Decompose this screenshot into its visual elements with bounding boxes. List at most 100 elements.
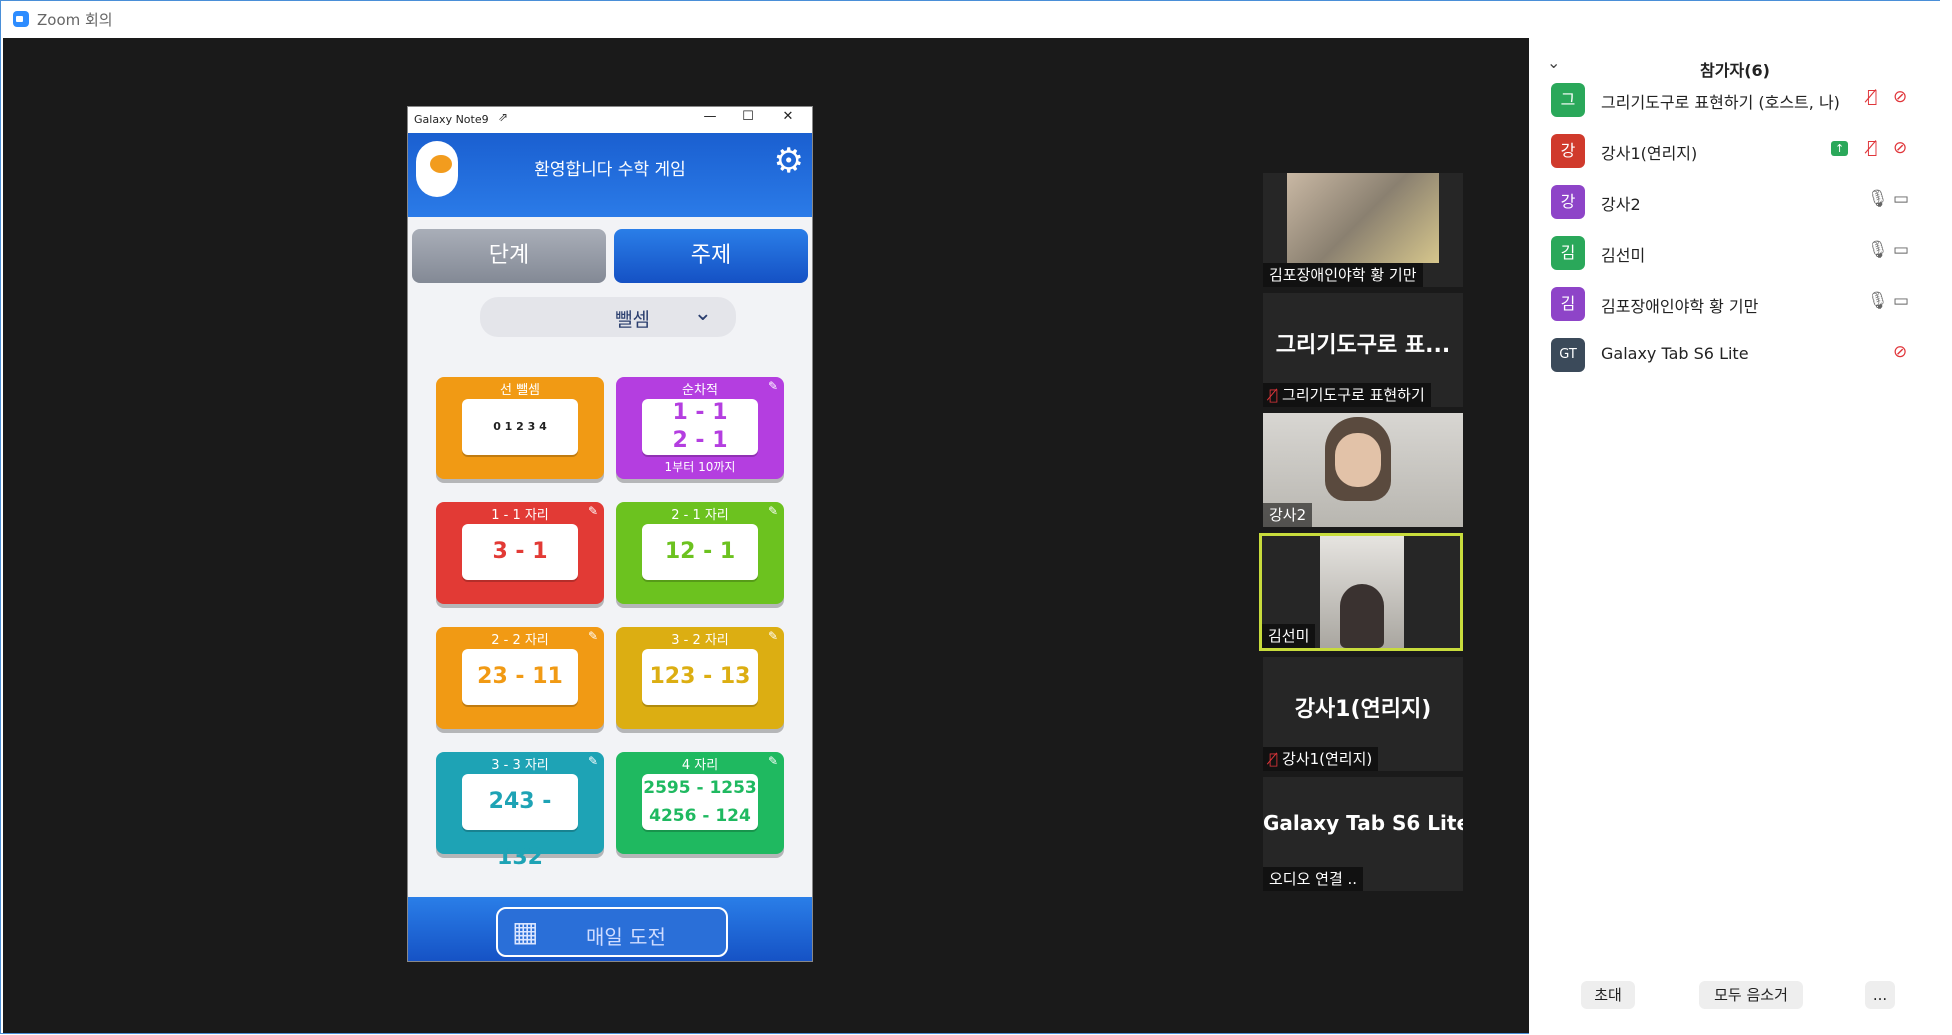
mic-icon[interactable]: 🎙: [1867, 240, 1889, 260]
invite-button[interactable]: 초대: [1581, 981, 1635, 1009]
card-label: 선 뺄셈: [499, 383, 540, 398]
device-minimize-button[interactable]: —: [698, 109, 722, 124]
participant-name: 강사1(연리지): [1601, 144, 1698, 163]
participant-name: 김포장애인야학 황 기만: [1601, 297, 1759, 316]
participant-row[interactable]: 강 강사1(연리지) ↑ 🎙̸ ⊘: [1529, 126, 1941, 176]
participant-row[interactable]: 그 그리기도구로 표현하기 (호스트, 나) 🎙̸ ⊘: [1529, 75, 1941, 125]
video-icon[interactable]: ▭: [1893, 240, 1909, 260]
zoom-logo-icon: [13, 11, 29, 27]
video-icon[interactable]: ▭: [1893, 189, 1909, 209]
participant-row[interactable]: GT Galaxy Tab S6 Lite ⊘: [1529, 330, 1941, 380]
topic-card[interactable]: 3 - 3 자리 ✎ 243 - 132: [436, 752, 604, 870]
mic-muted-icon: 🎙̸: [1269, 750, 1279, 768]
card-subtitle: 1부터 10까지: [664, 460, 736, 474]
shared-screen-window[interactable]: Galaxy Note9 ⇗ — ☐ ✕ 환영합니다 수학 게임 ⚙ 단계 주제…: [407, 106, 813, 962]
card-label: 3 - 2 자리: [671, 633, 729, 648]
operation-dropdown[interactable]: 뺄셈 ⌄: [480, 297, 736, 337]
zoom-window: Zoom 회의 — ☐ ✕ Galaxy Note9 ⇗ — ☐ ✕ 환영합니다…: [0, 0, 1941, 1035]
participant-row[interactable]: 김 김포장애인야학 황 기만 🎙 ▭: [1529, 279, 1941, 329]
card-problem-line: 23 - 11: [477, 664, 563, 689]
topic-card[interactable]: 선 뺄셈 0 1 2 3 4: [436, 377, 604, 479]
video-icon[interactable]: ▭: [1893, 291, 1909, 311]
dropdown-selected: 뺄셈: [615, 309, 650, 331]
person-silhouette: [1340, 584, 1384, 648]
video-off-icon[interactable]: ⊘: [1893, 87, 1907, 107]
pencil-icon: ✎: [587, 629, 598, 643]
device-title: Galaxy Note9: [414, 113, 489, 126]
daily-challenge-button[interactable]: ▦ 매일 도전: [496, 907, 728, 957]
card-label: 2 - 2 자리: [491, 633, 549, 648]
card-label: 1 - 1 자리: [491, 508, 549, 523]
gear-icon[interactable]: ⚙: [774, 141, 804, 181]
card-problem-line: 123 - 13: [649, 664, 751, 689]
participant-name: 강사2: [1601, 195, 1641, 214]
tile-name: 그리기도구로 표현하기: [1282, 386, 1425, 404]
pencil-icon: ✎: [767, 754, 778, 768]
participant-name: 그리기도구로 표현하기 (호스트, 나): [1601, 93, 1840, 112]
avatar: GT: [1551, 338, 1585, 372]
participant-row[interactable]: 강 강사2 🎙 ▭: [1529, 177, 1941, 227]
mic-muted-icon[interactable]: 🎙̸: [1867, 87, 1877, 107]
card-label: 2 - 1 자리: [671, 508, 729, 523]
mic-icon[interactable]: 🎙: [1867, 291, 1889, 311]
card-problem-line: 1 - 1: [672, 400, 728, 425]
tile-name-row: 🎙̸ 강사1(연리지): [1263, 747, 1379, 771]
topic-card[interactable]: 2 - 1 자리 ✎ 12 - 1: [616, 502, 784, 604]
card-problem-line: 2 - 1: [672, 428, 728, 453]
participant-row[interactable]: 김 김선미 🎙 ▭: [1529, 228, 1941, 278]
participant-name: 김선미: [1601, 246, 1646, 265]
video-feed: [1320, 536, 1404, 648]
avatar: 김: [1551, 236, 1585, 270]
topic-card[interactable]: 2 - 2 자리 ✎ 23 - 11: [436, 627, 604, 729]
screen-share-icon: ↑: [1831, 141, 1849, 156]
more-button[interactable]: ...: [1865, 981, 1895, 1009]
game-footer: ▦ 매일 도전: [408, 897, 812, 961]
avatar: 강: [1551, 185, 1585, 219]
pencil-icon: ✎: [767, 379, 778, 393]
mute-all-button[interactable]: 모두 음소거: [1699, 981, 1803, 1009]
mic-muted-icon: 🎙̸: [1269, 386, 1279, 404]
topic-card[interactable]: 3 - 2 자리 ✎ 123 - 13: [616, 627, 784, 729]
mic-icon[interactable]: 🎙: [1867, 189, 1889, 209]
avatar: 강: [1551, 134, 1585, 168]
card-label: 순차적: [682, 383, 718, 398]
video-tile[interactable]: 강사1(연리지) 🎙̸ 강사1(연리지): [1263, 657, 1463, 771]
video-tile-active[interactable]: 김선미: [1259, 533, 1463, 651]
card-problem: 12 - 1: [642, 524, 758, 580]
tile-big-name: 그리기도구로 표...: [1275, 333, 1451, 358]
tile-name: 김포장애인야학 황 기만: [1263, 263, 1423, 287]
game-title: 환영합니다 수학 게임: [534, 160, 686, 180]
mic-muted-icon[interactable]: 🎙̸: [1867, 138, 1877, 158]
tab-level[interactable]: 단계: [412, 229, 606, 283]
video-tile[interactable]: 김포장애인야학 황 기만: [1263, 173, 1463, 287]
card-problem-line: 3 - 1: [492, 539, 548, 564]
pencil-icon: ✎: [587, 504, 598, 518]
card-label: 3 - 3 자리: [491, 758, 549, 773]
chevron-down-icon: ⌄: [693, 301, 712, 326]
video-tile[interactable]: 강사2: [1263, 413, 1463, 527]
tile-name: 오디오 연결 ..: [1263, 867, 1364, 891]
device-maximize-button[interactable]: ☐: [736, 109, 760, 124]
daily-challenge-label: 매일 도전: [586, 925, 666, 949]
pin-icon[interactable]: ⇗: [498, 110, 508, 124]
pencil-icon: ✎: [767, 629, 778, 643]
topic-card[interactable]: 4 자리 ✎ 2595 - 1253 4256 - 124: [616, 752, 784, 854]
video-tile[interactable]: 그리기도구로 표... 🎙̸ 그리기도구로 표현하기: [1263, 293, 1463, 407]
tile-name: 강사2: [1263, 503, 1313, 527]
video-tile[interactable]: Galaxy Tab S6 Lite 오디오 연결 ..: [1263, 777, 1463, 891]
card-problem-line: 2595 - 1253: [643, 778, 757, 798]
tile-name-row: 🎙̸ 그리기도구로 표현하기: [1263, 383, 1431, 407]
video-off-icon[interactable]: ⊘: [1893, 138, 1907, 158]
device-title-bar: Galaxy Note9 ⇗ — ☐ ✕: [408, 107, 812, 134]
tab-topic[interactable]: 주제: [614, 229, 808, 283]
video-off-icon[interactable]: ⊘: [1893, 342, 1907, 362]
card-problem-line: 0 1 2 3 4: [493, 420, 547, 433]
pencil-icon: ✎: [767, 504, 778, 518]
card-problem: 243 - 132: [462, 774, 578, 870]
tile-name: 김선미: [1262, 624, 1316, 648]
topic-card[interactable]: 순차적 ✎ 1 - 1 2 - 1 1부터 10까지: [616, 377, 784, 479]
device-close-button[interactable]: ✕: [776, 109, 800, 124]
card-problem-line: 12 - 1: [664, 539, 736, 564]
topic-card[interactable]: 1 - 1 자리 ✎ 3 - 1: [436, 502, 604, 604]
card-problem: 0 1 2 3 4: [462, 399, 578, 455]
